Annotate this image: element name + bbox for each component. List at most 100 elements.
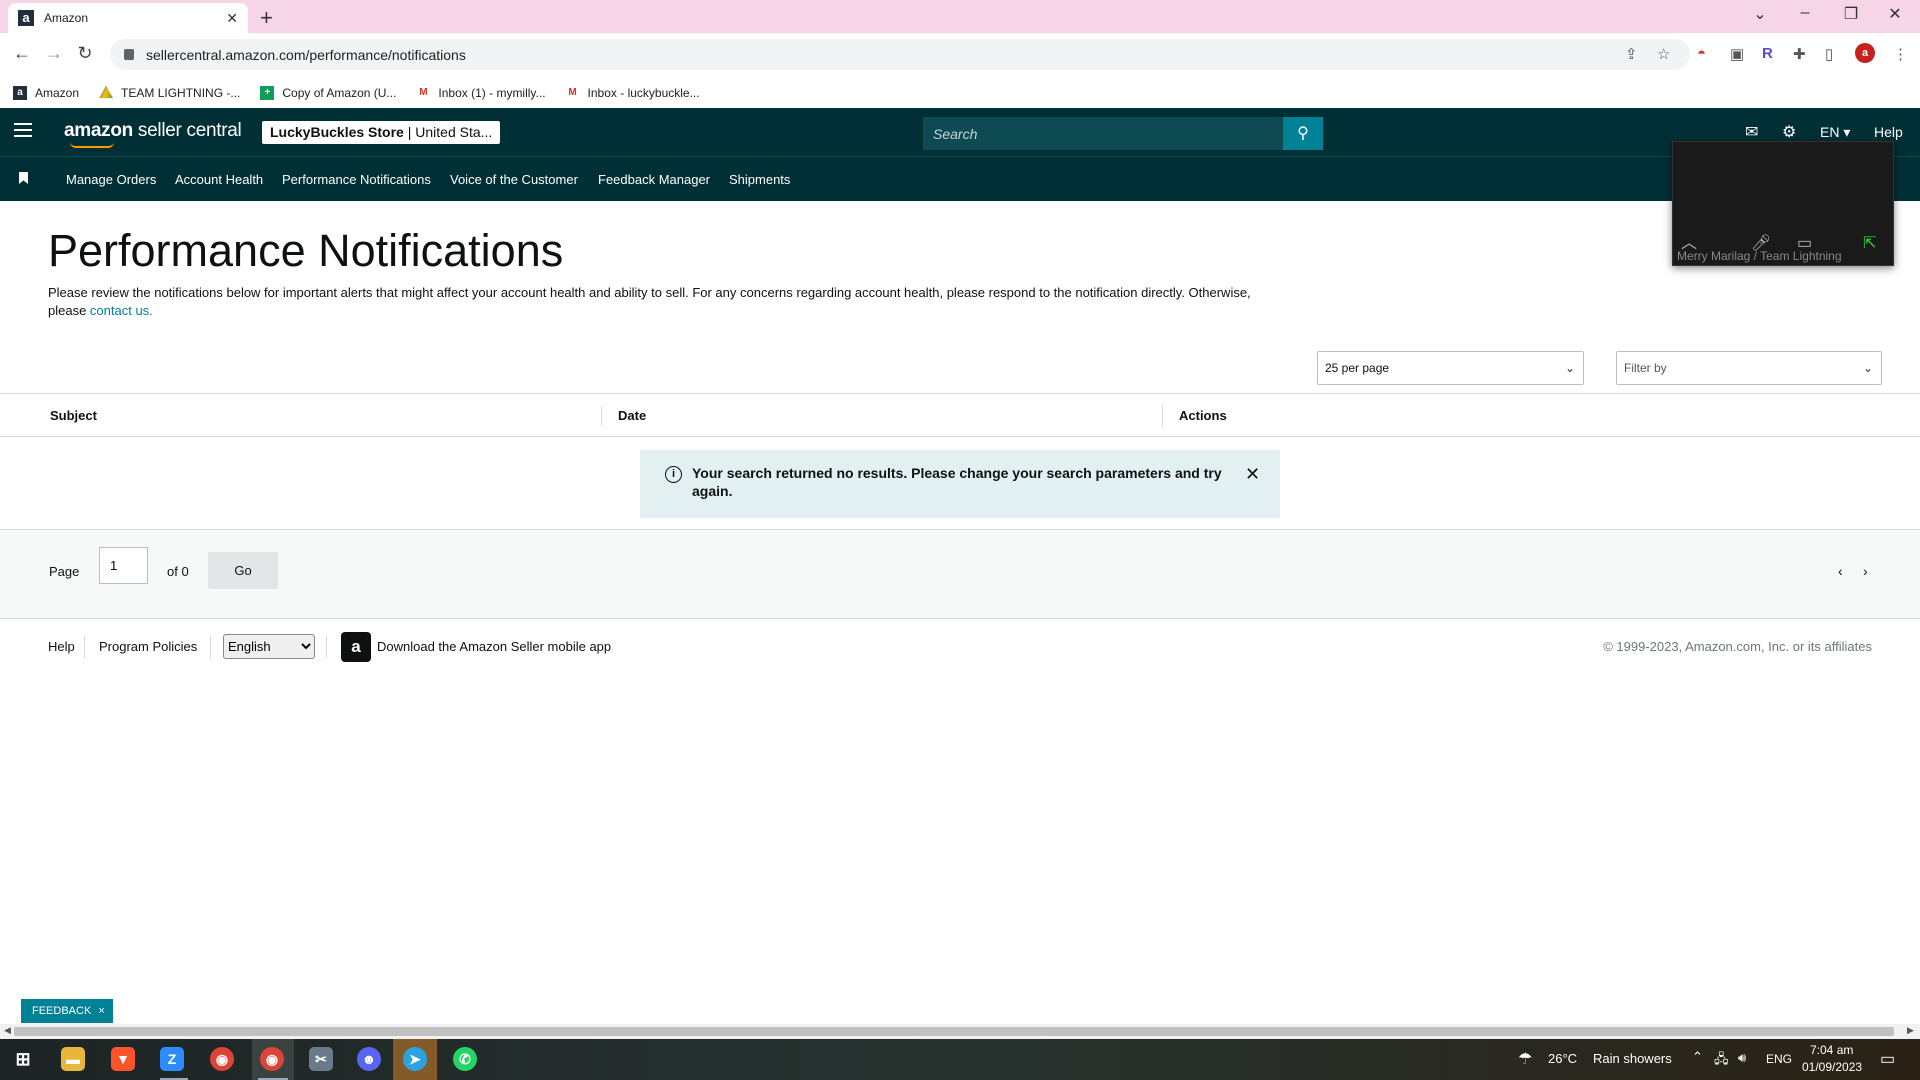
bookmark-amazon[interactable]: a Amazon (13, 85, 79, 100)
volume-icon[interactable]: 🔊︎ (1738, 1050, 1746, 1066)
help-link[interactable]: Help (1874, 124, 1903, 140)
bookmark-label: Copy of Amazon (U... (282, 85, 397, 100)
logo-amazon-text: amazon (64, 120, 133, 141)
seller-central-logo[interactable]: amazon seller central (64, 120, 242, 148)
scroll-right-icon[interactable]: ▶ (1907, 1025, 1914, 1036)
side-panel-icon[interactable]: ▯ (1825, 45, 1833, 63)
scrollbar-thumb[interactable] (14, 1027, 1894, 1036)
horizontal-scrollbar[interactable]: ◀ ▶ (0, 1024, 1920, 1039)
weather-desc[interactable]: Rain showers (1593, 1051, 1672, 1066)
network-icon[interactable]: 🖧︎ (1714, 1050, 1729, 1072)
next-page-icon[interactable]: › (1863, 563, 1868, 579)
forward-icon[interactable]: → (42, 43, 66, 64)
brave-browser-icon[interactable]: ▼ (111, 1047, 135, 1071)
go-button[interactable]: Go (208, 552, 278, 589)
contact-us-link[interactable]: contact us. (90, 303, 153, 318)
page-number-input[interactable] (99, 547, 148, 584)
nav-manage-orders[interactable]: Manage Orders (66, 172, 156, 187)
input-language[interactable]: ENG (1766, 1052, 1792, 1066)
chrome-icon[interactable]: ◉ (210, 1047, 234, 1071)
nav-shipments[interactable]: Shipments (729, 172, 790, 187)
footer-divider (326, 636, 327, 658)
bookmark-star-icon[interactable]: ☆ (1657, 45, 1670, 63)
page-title: Performance Notifications (48, 225, 564, 276)
r-extension-icon[interactable]: R (1762, 45, 1773, 62)
intro-text: Please review the notifications below fo… (48, 284, 1288, 320)
previous-page-icon[interactable]: ‹ (1838, 563, 1843, 579)
pokeball-extension-icon[interactable]: ◓ (1697, 45, 1706, 62)
google-drive-icon (99, 85, 114, 99)
amazon-seller-app-icon[interactable]: a (341, 632, 371, 662)
bookmark-inbox-mymilly[interactable]: M Inbox (1) - mymilly... (416, 86, 545, 100)
zoom-icon[interactable]: Z (160, 1047, 184, 1071)
menu-kebab-icon[interactable]: ⋮ (1893, 45, 1908, 63)
notifications-icon[interactable]: ▭ (1880, 1049, 1895, 1069)
video-call-overlay[interactable]: ︿ 🎤︎ ▭ ⇱ Merry Marilag / Team Lightning (1672, 141, 1894, 266)
nav-voice-of-the-customer[interactable]: Voice of the Customer (450, 172, 578, 187)
popout-icon[interactable]: ⇱ (1863, 233, 1876, 253)
whatsapp-icon[interactable]: ✆ (453, 1047, 477, 1071)
hamburger-menu-icon[interactable] (14, 123, 32, 141)
store-switcher[interactable]: LuckyBuckles Store | United Sta... (262, 121, 501, 144)
amazon-icon: a (13, 85, 27, 100)
filter-select[interactable]: Filter by ⌄ (1616, 351, 1882, 385)
minimize-button[interactable]: – (1790, 4, 1820, 22)
bookmark-inbox-luckybuckle[interactable]: M Inbox - luckybuckle... (566, 86, 699, 100)
bookmark-team-lightning[interactable]: TEAM LIGHTNING -... (99, 85, 240, 100)
copyright-text: © 1999-2023, Amazon.com, Inc. or its aff… (1603, 639, 1872, 654)
column-date[interactable]: Date (618, 408, 646, 423)
browser-tab[interactable]: a Amazon ✕ (8, 3, 248, 33)
extensions-puzzle-icon[interactable]: ✚ (1793, 45, 1806, 63)
close-window-button[interactable]: ✕ (1880, 4, 1910, 24)
scroll-left-icon[interactable]: ◀ (4, 1025, 11, 1036)
program-policies-link[interactable]: Program Policies (99, 639, 197, 654)
bookmark-icon[interactable] (19, 172, 28, 184)
amazon-smile-icon (70, 142, 114, 148)
weather-temp[interactable]: 26°C (1548, 1051, 1577, 1066)
per-page-select[interactable]: 25 per page ⌄ (1317, 351, 1584, 385)
language-selector[interactable]: EN ▾ (1820, 124, 1850, 141)
nav-feedback-manager[interactable]: Feedback Manager (598, 172, 710, 187)
clock-time[interactable]: 7:04 am (1810, 1043, 1853, 1057)
download-app-link[interactable]: Download the Amazon Seller mobile app (377, 639, 611, 654)
tab-search-icon[interactable]: ⌄ (1745, 4, 1775, 24)
clock-date[interactable]: 01/09/2023 (1802, 1060, 1862, 1074)
nav-account-health[interactable]: Account Health (175, 172, 263, 187)
mail-icon[interactable]: ✉ (1745, 122, 1758, 142)
close-icon[interactable]: ✕ (1245, 464, 1260, 485)
search-icon: ⚲ (1297, 125, 1309, 142)
bookmark-copy-of-amazon[interactable]: + Copy of Amazon (U... (260, 85, 397, 100)
reload-icon[interactable]: ↻ (73, 43, 97, 64)
telegram-icon[interactable]: ➤ (403, 1047, 427, 1071)
back-icon[interactable]: ← (10, 43, 34, 64)
new-tab-button[interactable]: + (260, 5, 273, 31)
tray-chevron-up-icon[interactable]: ⌃ (1692, 1049, 1703, 1065)
google-sheets-icon: + (260, 85, 275, 100)
column-subject[interactable]: Subject (50, 408, 97, 423)
coupon-extension-icon[interactable]: ▣ (1730, 45, 1744, 63)
gmail-icon: M (419, 86, 428, 98)
tab-close-icon[interactable]: ✕ (226, 10, 238, 27)
gear-icon[interactable]: ⚙ (1782, 122, 1796, 142)
file-explorer-icon[interactable]: ▬ (61, 1047, 85, 1071)
bookmarks-bar: a Amazon TEAM LIGHTNING -... + Copy of A… (0, 77, 1920, 108)
search-input[interactable] (923, 117, 1283, 150)
snipping-tool-icon[interactable]: ✂ (309, 1047, 333, 1071)
chrome-active-icon[interactable]: ◉ (260, 1047, 284, 1071)
address-bar[interactable]: sellercentral.amazon.com/performance/not… (110, 39, 1690, 70)
tab-title: Amazon (44, 11, 89, 25)
footer-language-select[interactable]: English (223, 634, 315, 659)
feedback-close-icon[interactable]: × (98, 1005, 104, 1017)
restore-button[interactable]: ❐ (1836, 4, 1866, 24)
weather-rain-icon[interactable]: ☂ (1518, 1049, 1532, 1069)
share-icon[interactable]: ⇪ (1625, 45, 1638, 63)
nav-performance-notifications[interactable]: Performance Notifications (282, 172, 431, 187)
store-name: LuckyBuckles Store (270, 124, 404, 140)
footer-help-link[interactable]: Help (48, 639, 75, 654)
feedback-button[interactable]: FEEDBACK × (21, 999, 113, 1023)
column-actions: Actions (1179, 408, 1227, 423)
discord-icon[interactable]: ☻ (357, 1047, 381, 1071)
windows-start-icon[interactable]: ⊞ (11, 1047, 35, 1071)
profile-avatar[interactable]: a (1855, 43, 1875, 63)
search-button[interactable]: ⚲ (1283, 117, 1323, 150)
